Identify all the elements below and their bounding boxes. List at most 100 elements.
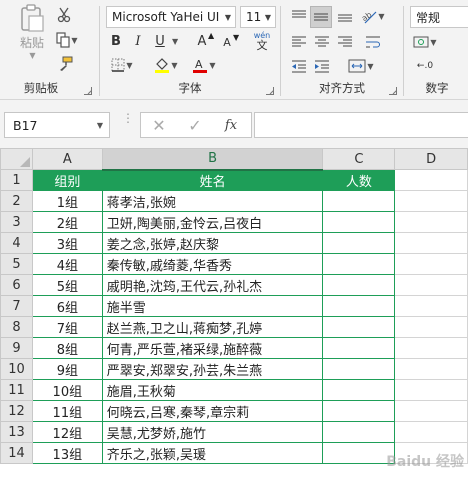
- empty-cell[interactable]: [394, 232, 468, 254]
- group-cell[interactable]: 7组: [31, 316, 103, 338]
- row-header[interactable]: 9: [0, 337, 33, 359]
- empty-cell[interactable]: [394, 274, 468, 296]
- empty-cell[interactable]: [394, 358, 468, 380]
- wrap-text-button[interactable]: [363, 32, 383, 52]
- count-cell[interactable]: [322, 316, 396, 338]
- count-cell[interactable]: [322, 274, 396, 296]
- clipboard-dialog-launcher[interactable]: [84, 87, 92, 95]
- row-header[interactable]: 13: [0, 421, 33, 443]
- column-header-d[interactable]: D: [394, 148, 468, 170]
- font-dialog-launcher[interactable]: [266, 87, 274, 95]
- name-box[interactable]: B17 ▼: [4, 112, 110, 138]
- copy-dropdown-arrow[interactable]: ▼: [71, 36, 77, 45]
- merge-dropdown-arrow[interactable]: ▼: [367, 62, 373, 71]
- column-header-b[interactable]: B: [101, 148, 324, 171]
- underline-button[interactable]: U: [152, 32, 168, 50]
- phonetic-button[interactable]: wén 文: [250, 30, 274, 52]
- empty-cell[interactable]: [394, 253, 468, 275]
- format-painter-button[interactable]: [56, 55, 74, 73]
- group-cell[interactable]: 4组: [31, 253, 103, 275]
- count-cell[interactable]: [322, 421, 396, 443]
- borders-button[interactable]: ▼: [108, 56, 136, 74]
- header-cell-name[interactable]: 姓名: [101, 169, 324, 191]
- group-cell[interactable]: 2组: [31, 211, 103, 233]
- copy-button[interactable]: ▼: [54, 31, 80, 49]
- name-cell[interactable]: 姜之念,张婷,赵庆黎: [101, 232, 324, 254]
- font-color-button[interactable]: A ▼: [190, 56, 218, 74]
- name-cell[interactable]: 何晓云,吕寒,秦琴,章宗莉: [101, 400, 324, 422]
- middle-align-button[interactable]: [310, 6, 332, 28]
- count-cell[interactable]: [322, 211, 396, 233]
- empty-cell[interactable]: [394, 169, 468, 191]
- bold-button[interactable]: B: [108, 32, 124, 50]
- bottom-align-button[interactable]: [335, 6, 355, 26]
- row-header[interactable]: 10: [0, 358, 33, 380]
- count-cell[interactable]: [322, 442, 396, 464]
- italic-button[interactable]: I: [130, 32, 146, 50]
- accounting-format-button[interactable]: ▼: [412, 32, 438, 52]
- decrease-indent-button[interactable]: [289, 56, 309, 76]
- group-cell[interactable]: 12组: [31, 421, 103, 443]
- formula-input[interactable]: [254, 112, 468, 138]
- fill-color-dropdown-arrow[interactable]: ▼: [171, 61, 177, 70]
- shrink-font-button[interactable]: A: [220, 34, 234, 50]
- count-cell[interactable]: [322, 400, 396, 422]
- font-color-dropdown-arrow[interactable]: ▼: [209, 61, 215, 70]
- group-cell[interactable]: 3组: [31, 232, 103, 254]
- empty-cell[interactable]: [394, 337, 468, 359]
- name-cell[interactable]: 齐乐之,张颖,吴瑗: [101, 442, 324, 464]
- increase-decimal-button[interactable]: ←.0: [414, 56, 436, 76]
- count-cell[interactable]: [322, 358, 396, 380]
- merge-center-button[interactable]: ▼: [339, 56, 383, 76]
- group-cell[interactable]: 13组: [31, 442, 103, 464]
- count-cell[interactable]: [322, 232, 396, 254]
- select-all-corner[interactable]: [0, 148, 33, 170]
- alignment-dialog-launcher[interactable]: [389, 87, 397, 95]
- increase-indent-button[interactable]: [312, 56, 332, 76]
- count-cell[interactable]: [322, 379, 396, 401]
- insert-function-button[interactable]: fx: [213, 113, 249, 137]
- paste-dropdown-arrow[interactable]: ▼: [29, 51, 35, 60]
- row-header[interactable]: 12: [0, 400, 33, 422]
- row-header[interactable]: 6: [0, 274, 33, 296]
- group-cell[interactable]: 11组: [31, 400, 103, 422]
- name-cell[interactable]: 吴慧,尤梦娇,施竹: [101, 421, 324, 443]
- count-cell[interactable]: [322, 253, 396, 275]
- row-header[interactable]: 8: [0, 316, 33, 338]
- empty-cell[interactable]: [394, 400, 468, 422]
- row-header[interactable]: 3: [0, 211, 33, 233]
- header-cell-group[interactable]: 组别: [31, 169, 103, 191]
- cancel-button[interactable]: ✕: [141, 113, 177, 137]
- name-cell[interactable]: 戚明艳,沈筠,王代云,孙礼杰: [101, 274, 324, 296]
- borders-dropdown-arrow[interactable]: ▼: [126, 61, 132, 70]
- group-cell[interactable]: 5组: [31, 274, 103, 296]
- name-cell[interactable]: 赵兰燕,卫之山,蒋痴梦,孔婷: [101, 316, 324, 338]
- empty-cell[interactable]: [394, 316, 468, 338]
- row-header[interactable]: 1: [0, 169, 33, 191]
- underline-dropdown-arrow[interactable]: ▼: [172, 37, 178, 46]
- column-header-a[interactable]: A: [31, 148, 103, 170]
- name-cell[interactable]: 施眉,王秋菊: [101, 379, 324, 401]
- count-cell[interactable]: [322, 295, 396, 317]
- fill-color-button[interactable]: ▼: [152, 56, 180, 74]
- group-cell[interactable]: 8组: [31, 337, 103, 359]
- count-cell[interactable]: [322, 190, 396, 212]
- column-header-c[interactable]: C: [322, 148, 396, 170]
- group-cell[interactable]: 6组: [31, 295, 103, 317]
- row-header[interactable]: 7: [0, 295, 33, 317]
- empty-cell[interactable]: [394, 295, 468, 317]
- number-format-combo[interactable]: 常规: [410, 6, 468, 28]
- top-align-button[interactable]: [289, 6, 309, 26]
- group-cell[interactable]: 1组: [31, 190, 103, 212]
- count-cell[interactable]: [322, 337, 396, 359]
- orientation-dropdown-arrow[interactable]: ▼: [378, 12, 384, 21]
- name-cell[interactable]: 何青,严乐萱,褚采绿,施醉薇: [101, 337, 324, 359]
- align-left-button[interactable]: [289, 32, 309, 52]
- align-center-button[interactable]: [312, 32, 332, 52]
- name-cell[interactable]: 严翠安,郑翠安,孙芸,朱兰燕: [101, 358, 324, 380]
- row-header[interactable]: 11: [0, 379, 33, 401]
- row-header[interactable]: 4: [0, 232, 33, 254]
- enter-button[interactable]: ✓: [177, 113, 213, 137]
- align-right-button[interactable]: [335, 32, 355, 52]
- name-cell[interactable]: 蒋孝洁,张婉: [101, 190, 324, 212]
